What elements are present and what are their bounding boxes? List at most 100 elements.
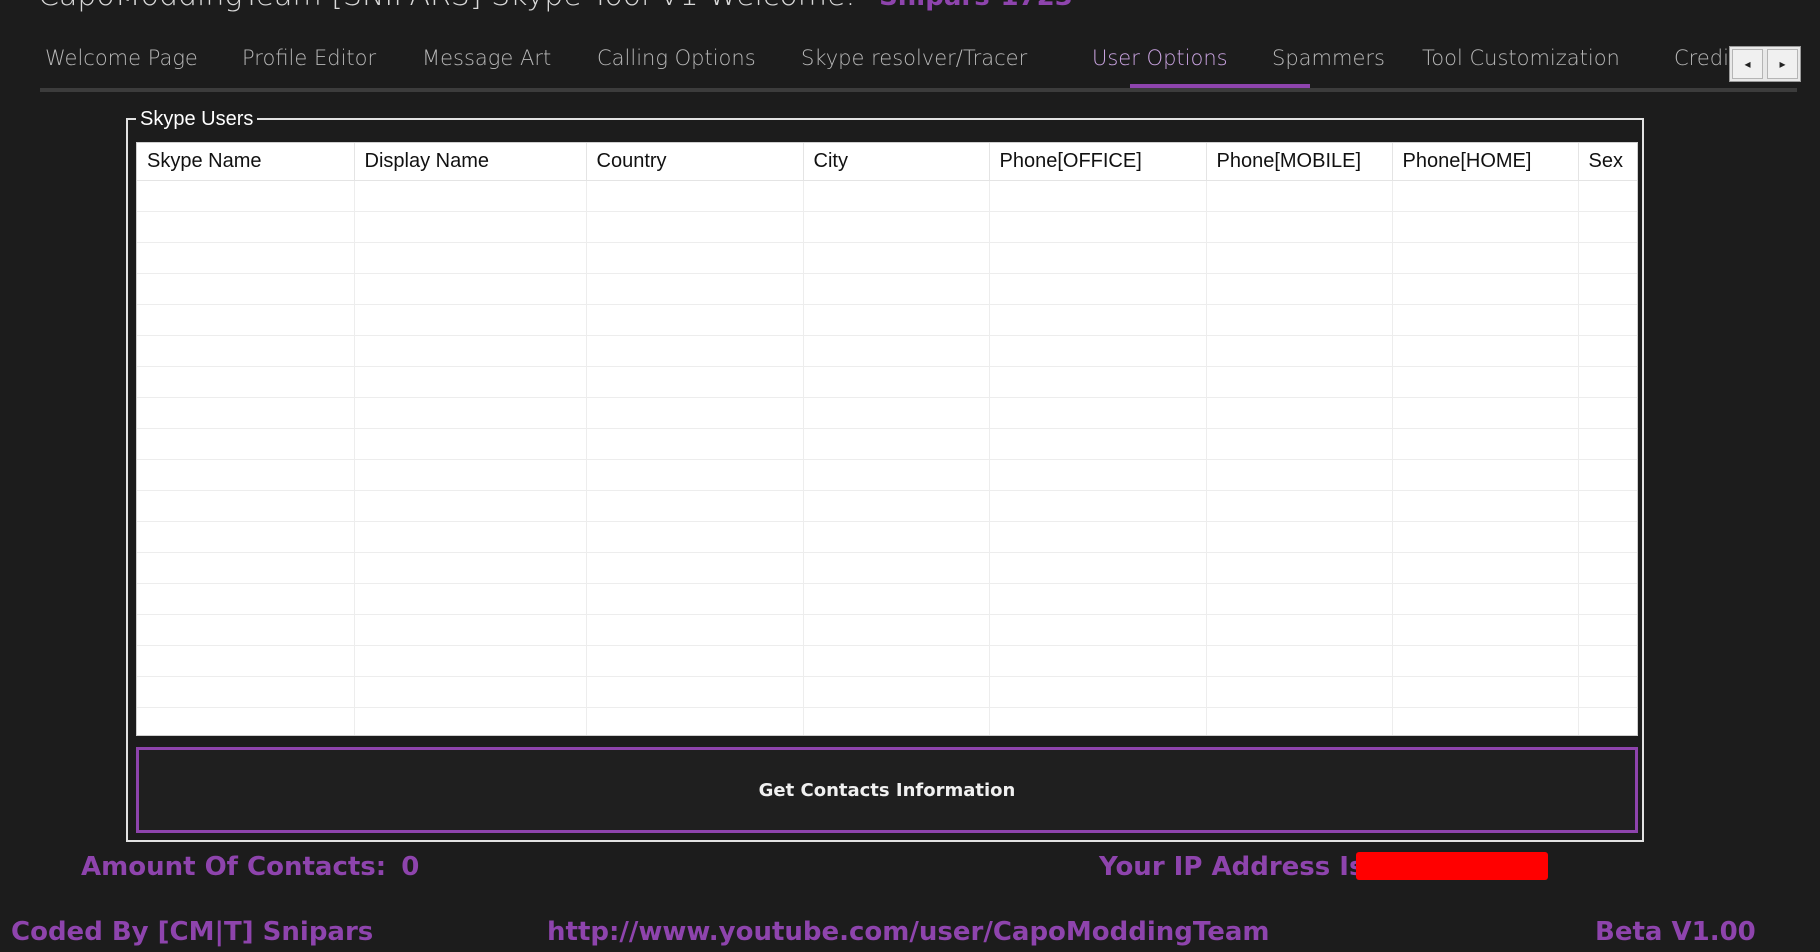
table-cell[interactable]: [586, 490, 804, 522]
table-cell[interactable]: [989, 304, 1207, 336]
table-cell[interactable]: [1206, 490, 1393, 522]
tab-profile-editor[interactable]: Profile Editor: [242, 46, 376, 84]
tab-calling-options[interactable]: Calling Options: [597, 46, 756, 84]
table-cell[interactable]: [354, 614, 587, 646]
table-cell[interactable]: [1578, 490, 1637, 522]
table-cell[interactable]: [1578, 583, 1637, 615]
table-cell[interactable]: [1206, 211, 1393, 243]
table-cell[interactable]: [1206, 304, 1393, 336]
table-cell[interactable]: [586, 397, 804, 429]
table-cell[interactable]: [354, 676, 587, 708]
table-cell[interactable]: [354, 583, 587, 615]
table-cell[interactable]: [354, 459, 587, 491]
table-cell[interactable]: [803, 521, 990, 553]
table-cell[interactable]: [1578, 707, 1637, 735]
table-cell[interactable]: [586, 645, 804, 677]
table-row[interactable]: [137, 428, 1637, 460]
table-cell[interactable]: [354, 180, 587, 212]
table-cell[interactable]: [1392, 645, 1579, 677]
table-row[interactable]: [137, 273, 1637, 305]
table-cell[interactable]: [1578, 304, 1637, 336]
table-cell[interactable]: [1578, 676, 1637, 708]
table-cell[interactable]: [1206, 459, 1393, 491]
table-cell[interactable]: [989, 583, 1207, 615]
table-row[interactable]: [137, 614, 1637, 646]
table-cell[interactable]: [137, 707, 355, 735]
table-cell[interactable]: [989, 397, 1207, 429]
table-row[interactable]: [137, 211, 1637, 243]
table-cell[interactable]: [803, 428, 990, 460]
table-cell[interactable]: [1206, 273, 1393, 305]
table-cell[interactable]: [989, 676, 1207, 708]
table-cell[interactable]: [137, 366, 355, 398]
table-cell[interactable]: [354, 552, 587, 584]
youtube-link[interactable]: http://www.youtube.com/user/CapoModdingT…: [547, 917, 1269, 947]
table-cell[interactable]: [803, 397, 990, 429]
table-cell[interactable]: [803, 211, 990, 243]
tab-user-options[interactable]: User Options: [1092, 46, 1228, 84]
table-cell[interactable]: [989, 521, 1207, 553]
table-cell[interactable]: [137, 676, 355, 708]
table-cell[interactable]: [354, 366, 587, 398]
skype-users-grid[interactable]: Skype Name Display Name Country City Pho…: [136, 142, 1638, 736]
column-header-sex[interactable]: Sex: [1578, 143, 1637, 181]
table-cell[interactable]: [1392, 242, 1579, 274]
table-cell[interactable]: [803, 676, 990, 708]
table-cell[interactable]: [1206, 180, 1393, 212]
table-cell[interactable]: [1578, 366, 1637, 398]
table-cell[interactable]: [1392, 490, 1579, 522]
table-cell[interactable]: [1206, 521, 1393, 553]
table-cell[interactable]: [354, 428, 587, 460]
table-row[interactable]: [137, 242, 1637, 274]
table-cell[interactable]: [137, 304, 355, 336]
table-cell[interactable]: [137, 490, 355, 522]
table-row[interactable]: [137, 645, 1637, 677]
table-cell[interactable]: [1206, 428, 1393, 460]
table-cell[interactable]: [1578, 459, 1637, 491]
table-cell[interactable]: [989, 459, 1207, 491]
table-cell[interactable]: [989, 242, 1207, 274]
table-cell[interactable]: [137, 583, 355, 615]
table-cell[interactable]: [354, 707, 587, 735]
table-cell[interactable]: [586, 707, 804, 735]
table-cell[interactable]: [989, 366, 1207, 398]
table-cell[interactable]: [1392, 397, 1579, 429]
tab-scroll-left-button[interactable]: ◂: [1732, 49, 1763, 79]
table-cell[interactable]: [803, 707, 990, 735]
table-cell[interactable]: [354, 211, 587, 243]
table-cell[interactable]: [1578, 614, 1637, 646]
column-header-country[interactable]: Country: [586, 143, 804, 181]
table-cell[interactable]: [1392, 335, 1579, 367]
table-cell[interactable]: [137, 397, 355, 429]
table-cell[interactable]: [137, 428, 355, 460]
table-cell[interactable]: [586, 521, 804, 553]
table-cell[interactable]: [586, 211, 804, 243]
table-cell[interactable]: [803, 490, 990, 522]
table-cell[interactable]: [354, 304, 587, 336]
table-cell[interactable]: [586, 242, 804, 274]
table-row[interactable]: [137, 583, 1637, 615]
table-cell[interactable]: [354, 273, 587, 305]
table-cell[interactable]: [137, 614, 355, 646]
table-row[interactable]: [137, 335, 1637, 367]
table-cell[interactable]: [137, 552, 355, 584]
table-cell[interactable]: [1578, 521, 1637, 553]
column-header-phone-home[interactable]: Phone[HOME]: [1392, 143, 1579, 181]
table-cell[interactable]: [803, 242, 990, 274]
table-cell[interactable]: [1206, 583, 1393, 615]
table-row[interactable]: [137, 459, 1637, 491]
table-cell[interactable]: [1392, 304, 1579, 336]
table-cell[interactable]: [586, 366, 804, 398]
table-row[interactable]: [137, 521, 1637, 553]
table-cell[interactable]: [1206, 335, 1393, 367]
table-cell[interactable]: [137, 242, 355, 274]
table-cell[interactable]: [354, 397, 587, 429]
table-cell[interactable]: [1392, 366, 1579, 398]
table-cell[interactable]: [1392, 676, 1579, 708]
table-cell[interactable]: [1578, 211, 1637, 243]
table-row[interactable]: [137, 552, 1637, 584]
table-cell[interactable]: [1392, 521, 1579, 553]
table-cell[interactable]: [586, 676, 804, 708]
column-header-skype-name[interactable]: Skype Name: [137, 143, 355, 181]
table-cell[interactable]: [1578, 645, 1637, 677]
